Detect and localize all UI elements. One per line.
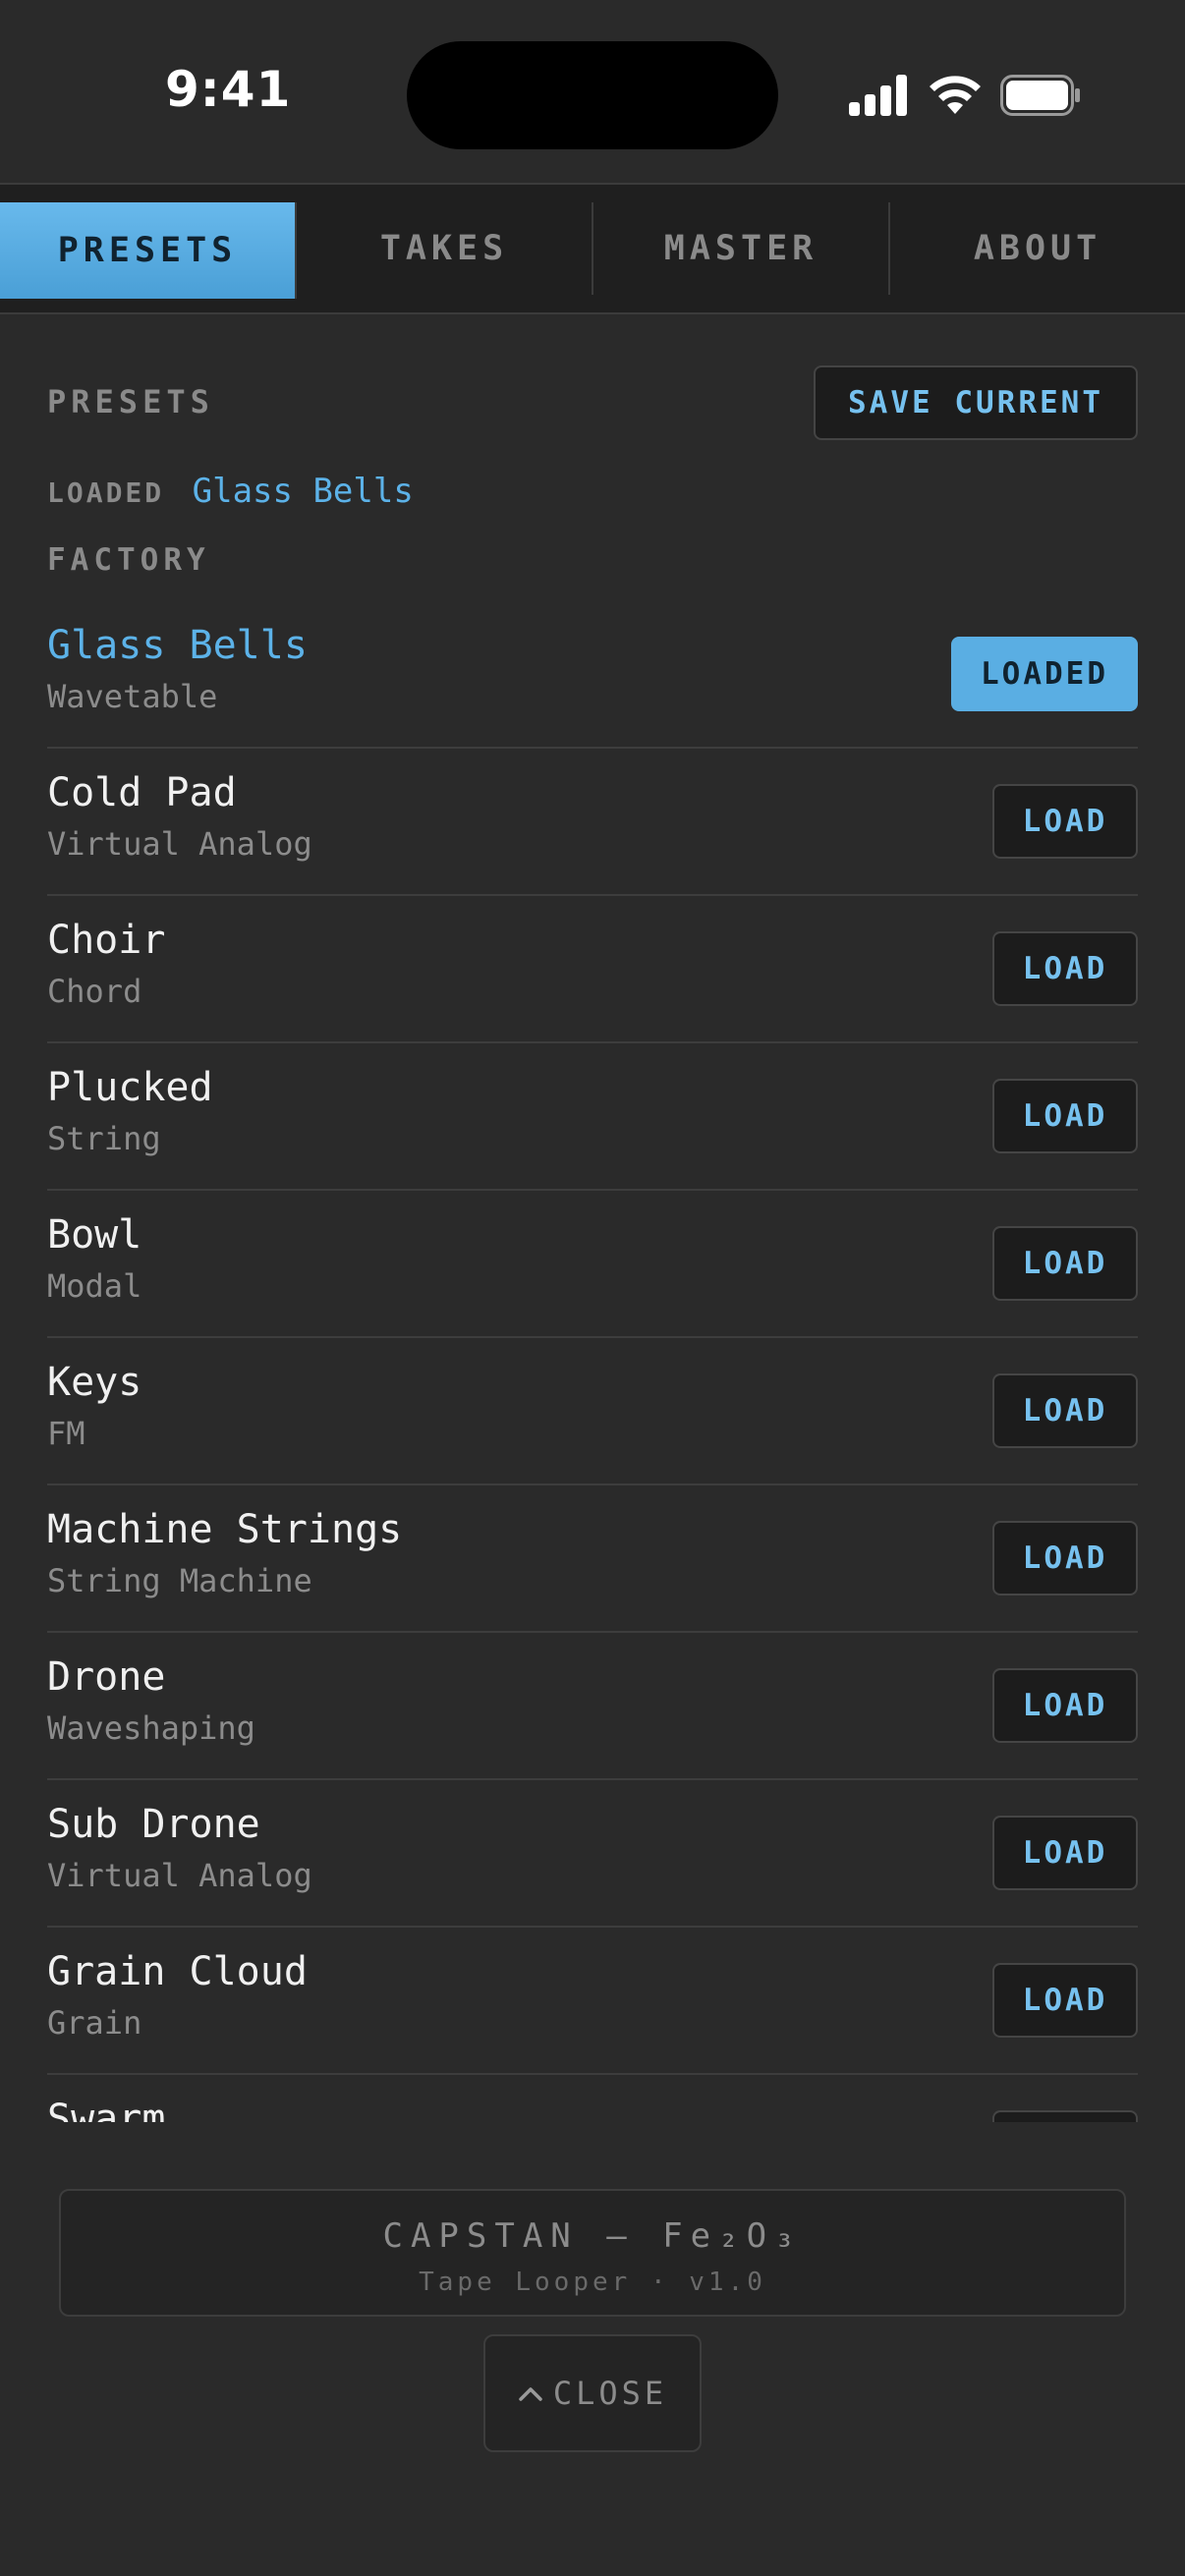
preset-row: Cold Pad Virtual Analog LOAD: [47, 749, 1138, 896]
preset-row: Drone Waveshaping LOAD: [47, 1633, 1138, 1780]
preset-engine: Wavetable: [47, 678, 218, 715]
battery-icon: [1000, 75, 1081, 120]
tab-presets[interactable]: PRESETS: [0, 202, 297, 299]
preset-name: Choir: [47, 918, 166, 963]
loaded-label: LOADED: [47, 476, 165, 509]
preset-name: Keys: [47, 1360, 142, 1405]
preset-load-button[interactable]: LOAD: [992, 1963, 1138, 2038]
preset-row: Glass Bells Wavetable LOADED: [47, 601, 1138, 749]
preset-name: Bowl: [47, 1212, 142, 1258]
preset-engine: String Machine: [47, 1562, 312, 1599]
preset-name: Drone: [47, 1654, 166, 1700]
preset-list: Glass Bells Wavetable LOADED Cold Pad Vi…: [47, 601, 1138, 2122]
status-time: 9:41: [165, 61, 292, 118]
close-label: CLOSE: [552, 2375, 668, 2412]
preset-load-button[interactable]: [992, 2110, 1138, 2122]
preset-name: Cold Pad: [47, 770, 237, 815]
section-title: PRESETS: [47, 383, 214, 420]
preset-load-button[interactable]: LOAD: [992, 784, 1138, 859]
preset-row: Bowl Modal LOAD: [47, 1191, 1138, 1338]
preset-engine: Chord: [47, 973, 142, 1010]
wifi-icon: [928, 71, 983, 118]
tab-about[interactable]: ABOUT: [890, 202, 1185, 295]
preset-load-button[interactable]: LOAD: [992, 1079, 1138, 1153]
loaded-indicator: LOADED Glass Bells: [47, 472, 414, 511]
status-bar: 9:41: [0, 0, 1185, 183]
preset-engine: Modal: [47, 1267, 142, 1305]
dynamic-island: [407, 41, 778, 149]
preset-row: Plucked String LOAD: [47, 1043, 1138, 1191]
preset-load-button[interactable]: LOAD: [992, 1373, 1138, 1448]
chevron-up-icon: [518, 2384, 543, 2402]
preset-engine: FM: [47, 1415, 85, 1452]
factory-section-label: FACTORY: [47, 542, 210, 578]
preset-name: Grain Cloud: [47, 1949, 308, 1994]
loaded-preset-name: Glass Bells: [192, 472, 414, 511]
close-button[interactable]: CLOSE: [483, 2334, 702, 2452]
tab-takes[interactable]: TAKES: [297, 202, 593, 295]
preset-engine: String: [47, 1120, 161, 1157]
save-current-button[interactable]: SAVE CURRENT: [814, 365, 1138, 440]
preset-name: Sub Drone: [47, 1802, 260, 1847]
preset-name: Machine Strings: [47, 1507, 403, 1552]
signal-icon: [849, 75, 908, 120]
app-info-card: CAPSTAN — Fe₂O₃ Tape Looper · v1.0: [59, 2189, 1126, 2317]
preset-row: Keys FM LOAD: [47, 1338, 1138, 1485]
preset-name: Swarm: [47, 2097, 166, 2122]
app-subtitle: Tape Looper · v1.0: [419, 2268, 766, 2297]
tab-master[interactable]: MASTER: [593, 202, 890, 295]
preset-row: Swarm: [47, 2075, 1138, 2122]
preset-load-button[interactable]: LOAD: [992, 931, 1138, 1006]
app-title: CAPSTAN — Fe₂O₃: [382, 2216, 803, 2256]
preset-engine: Waveshaping: [47, 1709, 255, 1747]
preset-load-button[interactable]: LOAD: [992, 1226, 1138, 1301]
preset-load-button[interactable]: LOAD: [992, 1521, 1138, 1596]
tab-bar: PRESETS TAKES MASTER ABOUT: [0, 183, 1185, 314]
preset-loaded-button[interactable]: LOADED: [951, 637, 1138, 711]
preset-load-button[interactable]: LOAD: [992, 1668, 1138, 1743]
presets-panel: PRESETS SAVE CURRENT LOADED Glass Bells …: [47, 314, 1138, 2122]
preset-engine: Virtual Analog: [47, 1857, 312, 1894]
preset-row: Grain Cloud Grain LOAD: [47, 1928, 1138, 2075]
preset-row: Sub Drone Virtual Analog LOAD: [47, 1780, 1138, 1928]
preset-engine: Virtual Analog: [47, 825, 312, 863]
preset-row: Choir Chord LOAD: [47, 896, 1138, 1043]
preset-load-button[interactable]: LOAD: [992, 1816, 1138, 1890]
preset-engine: Grain: [47, 2004, 142, 2042]
preset-row: Machine Strings String Machine LOAD: [47, 1485, 1138, 1633]
preset-name: Glass Bells: [47, 623, 308, 668]
preset-name: Plucked: [47, 1065, 213, 1110]
